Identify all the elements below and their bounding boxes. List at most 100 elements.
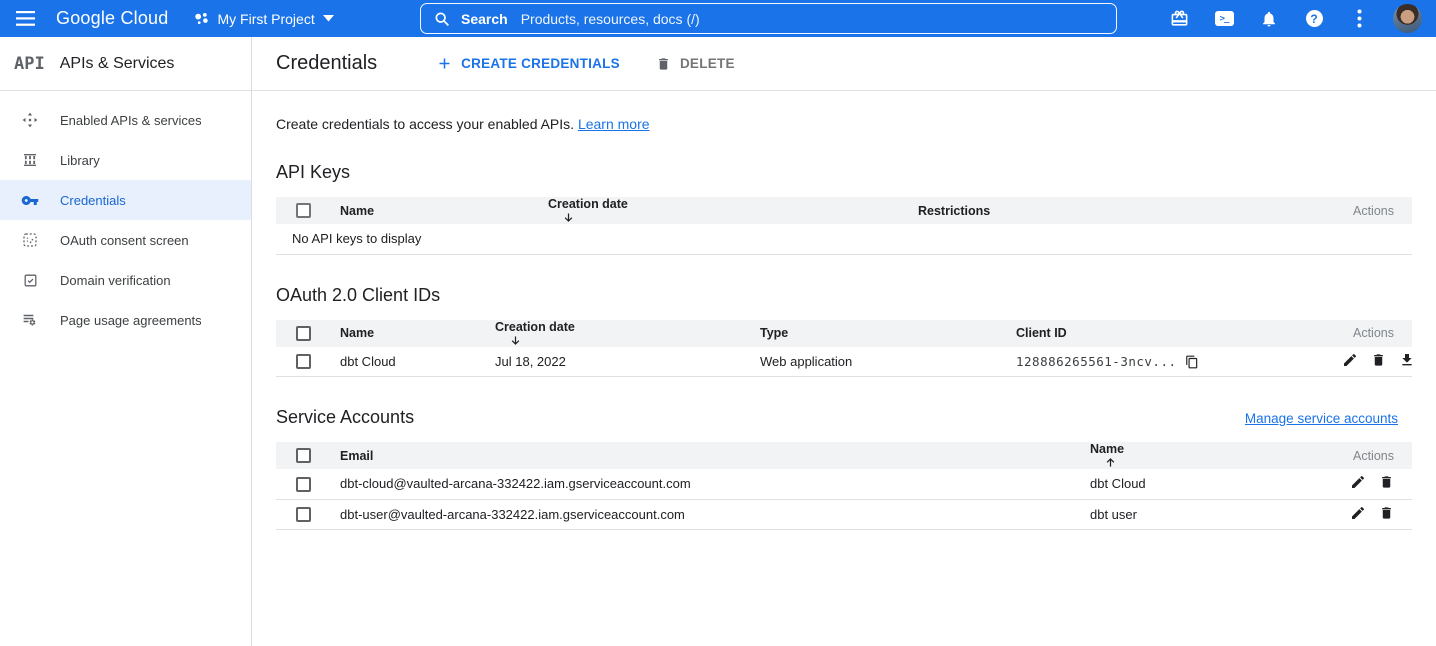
help-button[interactable]: ?: [1303, 8, 1325, 30]
sidebar: API APIs & Services Enabled APIs & servi…: [0, 37, 252, 646]
search-placeholder: Products, resources, docs (/): [521, 11, 700, 27]
account-avatar[interactable]: [1393, 4, 1422, 33]
row-checkbox[interactable]: [296, 354, 311, 369]
row-actions-cell: [1332, 499, 1412, 529]
column-header-actions: Actions: [1332, 197, 1412, 224]
sidebar-menu: Enabled APIs & services Library Credenti…: [0, 91, 251, 340]
sidebar-item-page-usage-agreements[interactable]: Page usage agreements: [0, 300, 251, 340]
page-header: Credentials CREATE CREDENTIALS DELETE: [252, 37, 1436, 91]
column-header-type[interactable]: Type: [750, 320, 1006, 347]
page-title: Credentials: [276, 52, 377, 75]
edit-service-account-button[interactable]: [1350, 505, 1366, 521]
sidebar-item-label: Enabled APIs & services: [60, 113, 202, 128]
edit-service-account-button[interactable]: [1350, 474, 1366, 490]
sidebar-item-label: OAuth consent screen: [60, 233, 189, 248]
project-switcher[interactable]: My First Project: [194, 11, 333, 27]
column-header-label: Name: [1090, 442, 1124, 456]
checked-box-icon: [21, 271, 39, 289]
sidebar-item-enabled-apis[interactable]: Enabled APIs & services: [0, 100, 251, 140]
more-options-button[interactable]: [1348, 8, 1370, 30]
column-header-name[interactable]: Name: [1080, 442, 1332, 469]
help-icon: ?: [1306, 10, 1323, 27]
sort-asc-icon: [1104, 456, 1117, 469]
row-checkbox[interactable]: [296, 507, 311, 522]
edit-client-button[interactable]: [1342, 352, 1358, 368]
column-header-client-id[interactable]: Client ID: [1006, 320, 1332, 347]
delete-label: DELETE: [680, 56, 735, 71]
project-icon: [194, 12, 209, 25]
gcp-console: Google Cloud My First Project Search Pro…: [0, 0, 1436, 646]
create-credentials-label: CREATE CREDENTIALS: [461, 56, 620, 71]
trash-icon: [1379, 505, 1394, 521]
key-icon: [21, 191, 39, 209]
pencil-icon: [1342, 352, 1358, 368]
delete-service-account-button[interactable]: [1379, 505, 1394, 521]
service-account-name: dbt Cloud: [1080, 469, 1332, 499]
trash-icon: [1371, 352, 1386, 368]
topbar-actions: >_ ?: [1168, 4, 1436, 33]
learn-more-link[interactable]: Learn more: [578, 116, 650, 132]
column-header-restrictions[interactable]: Restrictions: [908, 197, 1332, 224]
sidebar-item-label: Domain verification: [60, 273, 171, 288]
sidebar-item-label: Credentials: [60, 193, 126, 208]
service-account-row: dbt-cloud@vaulted-arcana-332422.iam.gser…: [276, 469, 1412, 499]
create-credentials-button[interactable]: CREATE CREDENTIALS: [437, 56, 620, 71]
api-logo-icon: API: [14, 54, 45, 74]
pencil-icon: [1350, 474, 1366, 490]
select-all-checkbox[interactable]: [296, 326, 311, 341]
pencil-icon: [1350, 505, 1366, 521]
sidebar-item-oauth-consent[interactable]: OAuth consent screen: [0, 220, 251, 260]
service-account-email: dbt-user@vaulted-arcana-332422.iam.gserv…: [330, 499, 1080, 529]
sidebar-item-credentials[interactable]: Credentials: [0, 180, 251, 220]
column-header-creation-date[interactable]: Creation date: [485, 320, 750, 347]
plus-icon: [437, 56, 452, 71]
select-all-checkbox[interactable]: [296, 203, 311, 218]
oauth-client-row: dbt Cloud Jul 18, 2022 Web application 1…: [276, 347, 1412, 377]
google-cloud-logo[interactable]: Google Cloud: [56, 8, 168, 29]
download-client-button[interactable]: [1399, 352, 1412, 368]
manage-service-accounts-link[interactable]: Manage service accounts: [1245, 411, 1412, 426]
api-keys-header-row: Name Creation date Restrictions Actions: [276, 197, 1412, 224]
column-header-email[interactable]: Email: [330, 442, 1080, 469]
column-header-name[interactable]: Name: [330, 320, 485, 347]
client-creation-date: Jul 18, 2022: [485, 347, 750, 377]
column-header-label: Creation date: [548, 197, 628, 211]
service-accounts-table: Email Name Actions dbt-cloud@vaulted-arc…: [276, 442, 1412, 530]
notifications-button[interactable]: [1258, 8, 1280, 30]
sidebar-item-library[interactable]: Library: [0, 140, 251, 180]
select-all-checkbox[interactable]: [296, 448, 311, 463]
sidebar-header: API APIs & Services: [0, 37, 251, 91]
client-id-cell: 128886265561-3ncv...: [1006, 347, 1332, 377]
row-actions-cell: [1332, 469, 1412, 499]
sidebar-item-domain-verification[interactable]: Domain verification: [0, 260, 251, 300]
client-name: dbt Cloud: [330, 347, 485, 377]
service-account-name: dbt user: [1080, 499, 1332, 529]
row-checkbox[interactable]: [296, 477, 311, 492]
sidebar-title: APIs & Services: [60, 55, 175, 73]
main-area: API APIs & Services Enabled APIs & servi…: [0, 37, 1436, 646]
intro-text: Create credentials to access your enable…: [276, 116, 1412, 132]
delete-service-account-button[interactable]: [1379, 474, 1394, 490]
free-trial-gift-button[interactable]: [1168, 8, 1190, 30]
intro-sentence: Create credentials to access your enable…: [276, 116, 574, 132]
navigation-menu-button[interactable]: [0, 0, 50, 37]
cloud-shell-icon: >_: [1215, 11, 1234, 26]
empty-state-text: No API keys to display: [276, 224, 1412, 254]
hamburger-icon: [16, 11, 35, 26]
search-input[interactable]: Search Products, resources, docs (/): [420, 3, 1117, 34]
delete-button[interactable]: DELETE: [656, 56, 735, 72]
delete-client-button[interactable]: [1371, 352, 1386, 368]
sort-desc-icon: [509, 334, 522, 347]
client-type: Web application: [750, 347, 1006, 377]
search-icon: [434, 11, 450, 27]
download-icon: [1399, 352, 1412, 368]
row-actions-cell: [1332, 347, 1412, 377]
cloud-shell-button[interactable]: >_: [1213, 8, 1235, 30]
column-header-name[interactable]: Name: [330, 197, 538, 224]
copy-client-id-button[interactable]: [1185, 355, 1199, 369]
column-header-creation-date[interactable]: Creation date: [538, 197, 908, 224]
trash-icon: [656, 56, 671, 72]
column-header-label: Creation date: [495, 320, 575, 334]
service-accounts-header-row: Email Name Actions: [276, 442, 1412, 469]
gift-icon: [1170, 9, 1189, 28]
